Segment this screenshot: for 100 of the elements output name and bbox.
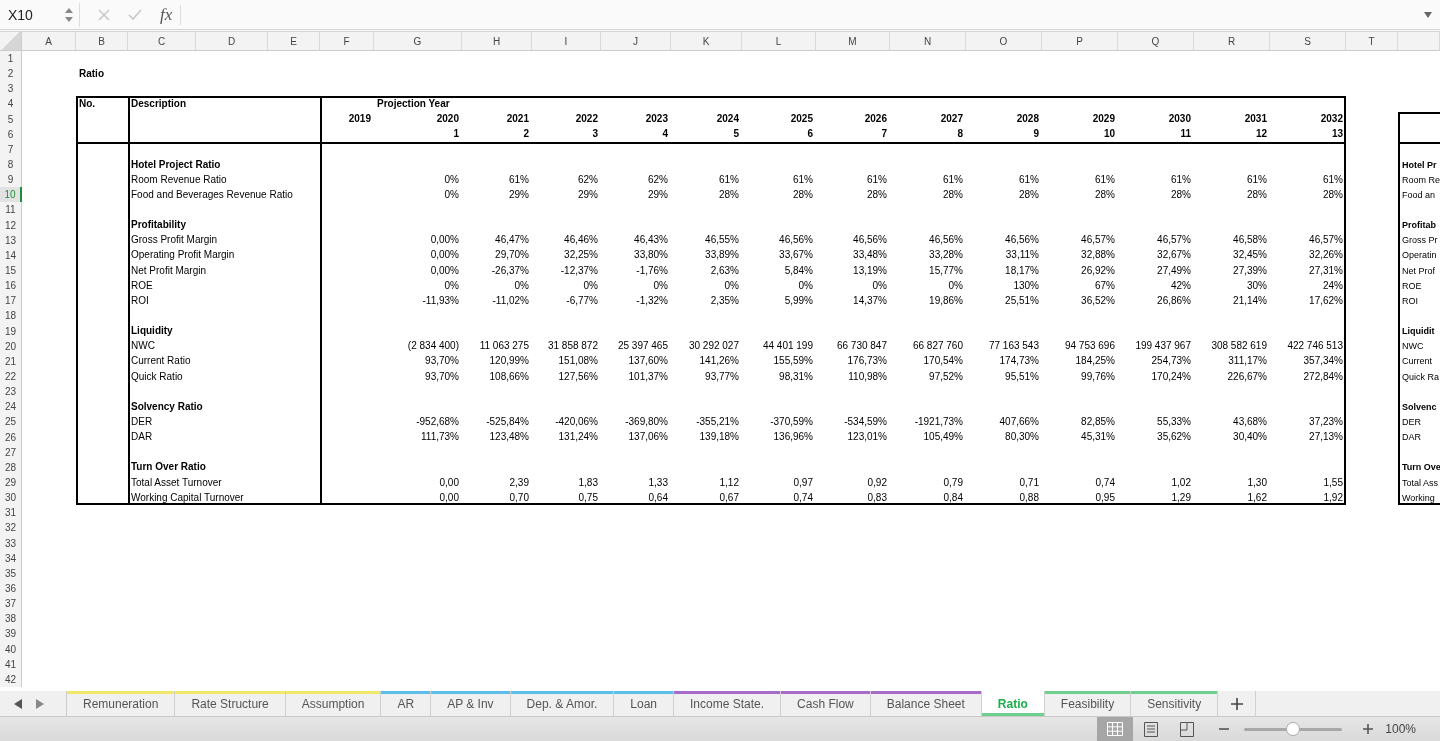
sheet-tab[interactable]: Dep. & Amor. [510,691,615,716]
table-cell-text: 46,57% [1308,234,1344,247]
table-cell-text: 46,55% [704,234,740,247]
row-label: Operating Profit Margin [130,249,236,262]
grid-icon[interactable] [1107,722,1124,736]
row-header[interactable]: 17 [0,293,22,309]
row-header[interactable]: 11 [0,202,22,218]
table-cell-text: 0,64 [647,491,669,504]
table-cell-text: 0,88 [1018,491,1040,504]
row-header[interactable]: 25 [0,414,22,430]
page-break-icon[interactable] [1180,721,1195,737]
check-icon[interactable] [128,8,142,21]
table-cell-text: 55,33% [1156,415,1192,428]
sheet-tab[interactable]: Remuneration [67,691,176,716]
table-cell-text: 1,55 [1322,476,1344,489]
row-header[interactable]: 18 [0,308,22,324]
page-icon[interactable] [1144,721,1159,737]
table-cell-text: 46,57% [1156,234,1192,247]
sheet-tab[interactable]: AR [381,691,432,716]
row-label: Operatin [1401,249,1438,262]
sheet-tab[interactable]: Income State. [674,691,782,716]
column-header[interactable]: N [890,32,966,51]
year-label: 2021 [505,113,530,126]
column-header[interactable]: E [268,32,320,51]
table-cell-text: 46,56% [852,234,888,247]
zoom-slider-thumb[interactable] [1286,722,1301,736]
row-header[interactable]: 31 [0,505,22,521]
sheet-tab[interactable]: Sensitivity [1131,691,1219,716]
year-index: 6 [806,128,814,141]
column-header[interactable]: S [1270,32,1346,51]
row-header[interactable]: 30 [0,490,22,506]
column-header[interactable]: R [1194,32,1270,51]
sheet-tab[interactable]: Rate Structure [175,691,286,716]
column-header[interactable]: F [320,32,374,51]
row-header[interactable]: 32 [0,520,22,536]
year-label: 2020 [435,113,460,126]
column-header[interactable]: I [532,32,601,51]
name-box[interactable]: X10 [2,2,80,27]
sheet-tab[interactable]: Balance Sheet [870,691,982,716]
row-header[interactable]: 39 [0,626,22,642]
row-header[interactable]: 40 [0,641,22,657]
column-header[interactable]: O [966,32,1042,51]
table-cell-text: 0,74 [792,491,814,504]
column-header[interactable]: J [601,32,671,51]
column-header[interactable]: P [1042,32,1118,51]
table-cell-text: 176,73% [846,355,888,368]
table-cell-text: 33,11% [1004,249,1040,262]
table-cell-text: 93,77% [704,370,740,383]
row-header[interactable]: 1 [0,51,22,67]
stepper-icon[interactable] [65,7,73,22]
sheet-tab[interactable]: Assumption [285,691,382,716]
row-label: Total Asset Turnover [130,476,223,489]
row-header[interactable]: 24 [0,399,22,415]
column-header[interactable]: C [128,32,196,51]
table-cell-text: 46,56% [928,234,964,247]
column-header[interactable]: Q [1118,32,1194,51]
table-cell-text: 61% [1246,173,1268,186]
column-header[interactable]: H [462,32,532,51]
row-header[interactable]: 38 [0,611,22,627]
plus-icon[interactable] [1230,697,1243,710]
sheet-tab[interactable]: Feasibility [1044,691,1132,716]
column-header[interactable]: L [742,32,816,51]
sheet-tab[interactable]: Loan [614,691,674,716]
table-cell-text: 61% [718,173,740,186]
row-header[interactable]: 2 [0,66,22,82]
column-header[interactable]: M [816,32,890,51]
column-header[interactable]: A [22,32,76,51]
sheet-tab[interactable]: AP & Inv [431,691,511,716]
section-title: Profitab [1401,219,1437,232]
table-cell-text: 0,00% [429,234,460,247]
table-cell-text: 24% [1322,279,1344,292]
zoom-in-icon[interactable] [1363,724,1374,734]
table-cell-text: -534,59% [843,415,888,428]
column-header[interactable]: B [76,32,128,51]
function-button[interactable]: fx [160,4,182,25]
section-title: Solvency Ratio [130,400,204,413]
column-header[interactable]: G [374,32,462,51]
next-sheet-icon[interactable] [36,698,44,709]
dropdown-icon[interactable] [1424,11,1432,18]
row-header[interactable]: 9 [0,172,22,188]
table-cell-text: 30 292 027 [687,340,740,353]
sheet-tab[interactable]: Cash Flow [781,691,871,716]
row-label: Quick Ratio [130,370,184,383]
table-cell-text: 46,47% [494,234,530,247]
table-cell-text: 170,24% [1150,370,1192,383]
column-header[interactable]: T [1346,32,1398,51]
year-index: 1 [452,128,460,141]
table-cell-text: 33,28% [928,249,964,262]
column-header[interactable]: K [671,32,742,51]
column-title: Projection Year [376,98,451,110]
row-header[interactable]: 3 [0,81,22,97]
previous-sheet-icon[interactable] [14,698,22,709]
row-header[interactable]: 23 [0,384,22,400]
row-header[interactable]: 37 [0,596,22,612]
year-index: 2 [522,128,530,141]
table-cell-text: 0,70 [508,491,530,504]
row-header[interactable]: 16 [0,278,22,294]
column-header[interactable]: D [196,32,268,51]
row-header[interactable]: 4 [0,96,22,112]
table-cell-text: 80,30% [1004,431,1040,444]
